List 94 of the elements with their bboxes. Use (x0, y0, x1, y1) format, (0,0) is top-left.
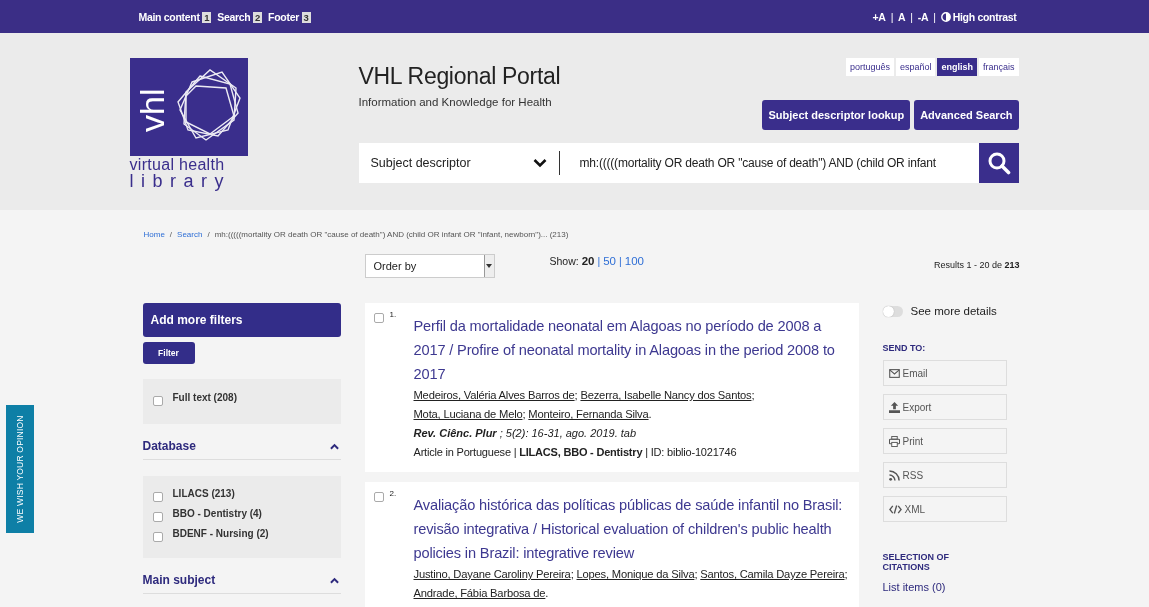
skip-link[interactable]: Search 2 (217, 10, 263, 23)
filter-option: Full text (208) (172, 392, 237, 403)
result-meta: Article in Portuguese | LILACS, BBO - Dentistry | ID: biblio-1021746 (413, 445, 738, 460)
language-link[interactable]: português (845, 58, 894, 76)
send-to-button[interactable]: RSS (882, 462, 1007, 488)
search-field[interactable]: mh:(((((mortality OR death OR "cause of death") AND (child OR infant (559, 143, 979, 183)
show-label: Show: (549, 255, 579, 267)
list-items-link[interactable]: List items (0) (882, 581, 946, 593)
toggle-switch[interactable] (882, 305, 903, 317)
collapse-icon[interactable] (329, 576, 339, 584)
upload-icon (888, 401, 900, 413)
font-size-link[interactable]: -A (917, 10, 929, 23)
chevron-icon (532, 158, 547, 168)
filter-option: BBO - Dentistry (4) (172, 508, 262, 519)
author-link[interactable]: Justino, Dayane Caroliny Pereira (413, 568, 571, 580)
breadcrumb-current: mh:(((((mortality OR death OR "cause of death") AND (child OR infant OR "infant, newborn")... (213) (214, 229, 569, 239)
high-contrast-link[interactable]: High contrast (952, 10, 1017, 23)
send-to-button[interactable]: XML (882, 496, 1007, 522)
language-link[interactable]: english (937, 58, 977, 76)
page-size-link[interactable]: 50 (603, 255, 616, 267)
page-size-link[interactable]: 20 (581, 255, 595, 267)
separator: | (910, 10, 913, 23)
logo-text: virtual health (129, 158, 226, 172)
filter-section-title: Database (142, 439, 196, 453)
separator: / (207, 229, 210, 239)
font-size-link[interactable]: +A (872, 10, 886, 23)
filter-section-title: Main subject (142, 573, 216, 587)
collapse-icon[interactable] (329, 442, 339, 450)
separator: | (933, 10, 936, 23)
separator: | (890, 10, 894, 23)
author-link[interactable]: Monteiro, Fernanda Silva (528, 408, 649, 420)
print-icon (888, 435, 900, 447)
header-button[interactable]: Subject descriptor lookup (762, 100, 911, 130)
separator: / (169, 229, 173, 239)
separator: ; (522, 408, 526, 420)
checkbox[interactable] (152, 532, 163, 542)
separator: ; (570, 568, 574, 580)
separator: ; (751, 389, 755, 401)
result-number: 1. (389, 310, 397, 321)
result-number: 2. (389, 489, 397, 500)
separator: ; (844, 568, 848, 580)
feedback-tab[interactable]: WE WISH YOUR OPINION (6, 405, 34, 533)
journal-citation: Rev. Ciênc. Plur ; 5(2): 16-31, ago. 2019. tab (413, 426, 638, 441)
search-icon (986, 151, 1011, 175)
send-to-button[interactable]: Print (882, 428, 1007, 454)
filter-option: BDENF - Nursing (2) (172, 528, 269, 539)
skip-link[interactable]: Main content 1 (138, 10, 212, 23)
send-to-button[interactable]: Export (882, 394, 1007, 420)
author-link[interactable]: Santos, Camila Dayze Pereira (700, 568, 845, 580)
portal-title: VHL Regional Portal (358, 63, 561, 90)
separator: . (648, 408, 652, 420)
caret-icon (486, 264, 492, 268)
checkbox[interactable] (152, 512, 163, 522)
portal-subtitle: Information and Knowledge for Health (358, 96, 553, 108)
separator: | (619, 255, 622, 267)
language-link[interactable]: français (979, 58, 1019, 76)
logo-mark: vhl (132, 88, 171, 132)
checkbox[interactable] (373, 492, 384, 502)
checkbox[interactable] (373, 313, 384, 323)
add-filters-button[interactable]: Add more filters (142, 303, 341, 337)
separator: . (545, 587, 549, 599)
selection-heading: SELECTION OF CITATIONS (882, 552, 950, 572)
separator: | (597, 255, 601, 267)
result-title-link[interactable]: Perfil da mortalidade neonatal em Alagoas no período de 2008 a 2017 / Profire of neonatal mortality in Alagoas in the period 2008 to 2017 (413, 314, 851, 386)
logo-text: library (129, 172, 232, 190)
send-to-heading: SEND TO: (882, 343, 927, 353)
checkbox[interactable] (152, 396, 163, 406)
rss-icon (888, 469, 900, 481)
author-link[interactable]: Mota, Luciana de Melo (413, 408, 523, 420)
toggle-label: See more details (910, 305, 997, 317)
send-to-button[interactable]: Email (882, 360, 1007, 386)
scope-select[interactable]: Subject descriptor (358, 151, 560, 175)
order-select[interactable]: Order by (364, 254, 495, 278)
separator: ; (574, 389, 578, 401)
font-size-link[interactable]: A (898, 10, 906, 23)
language-link[interactable]: español (895, 58, 936, 76)
code-icon (888, 504, 902, 514)
result-title-link[interactable]: Avaliação histórica das políticas públicas de saúde infantil no Brasil: revisão integrativa / Historical evaluation of children's public health policies in Brazil: integrative review (413, 493, 851, 565)
page-size-link[interactable]: 100 (624, 255, 644, 267)
filter-button[interactable]: Filter (142, 342, 195, 364)
author-link[interactable]: Bezerra, Isabelle Nancy dos Santos (580, 389, 752, 401)
search-button[interactable] (978, 143, 1019, 183)
contrast-icon (940, 11, 951, 22)
skip-link[interactable]: Footer 3 (268, 10, 311, 23)
header-button[interactable]: Advanced Search (914, 100, 1019, 130)
envelope-icon (888, 368, 900, 378)
checkbox[interactable] (152, 492, 163, 502)
separator: ; (694, 568, 698, 580)
breadcrumb-link[interactable]: Search (177, 229, 203, 239)
breadcrumb-link[interactable]: Home (143, 229, 165, 239)
results-count: Results 1 - 20 de 213 (933, 260, 1020, 270)
logo-drawing[interactable]: vhl (129, 58, 248, 156)
author-link[interactable]: Medeiros, Valéria Alves Barros de (413, 389, 575, 401)
filter-option: LILACS (213) (172, 488, 235, 499)
